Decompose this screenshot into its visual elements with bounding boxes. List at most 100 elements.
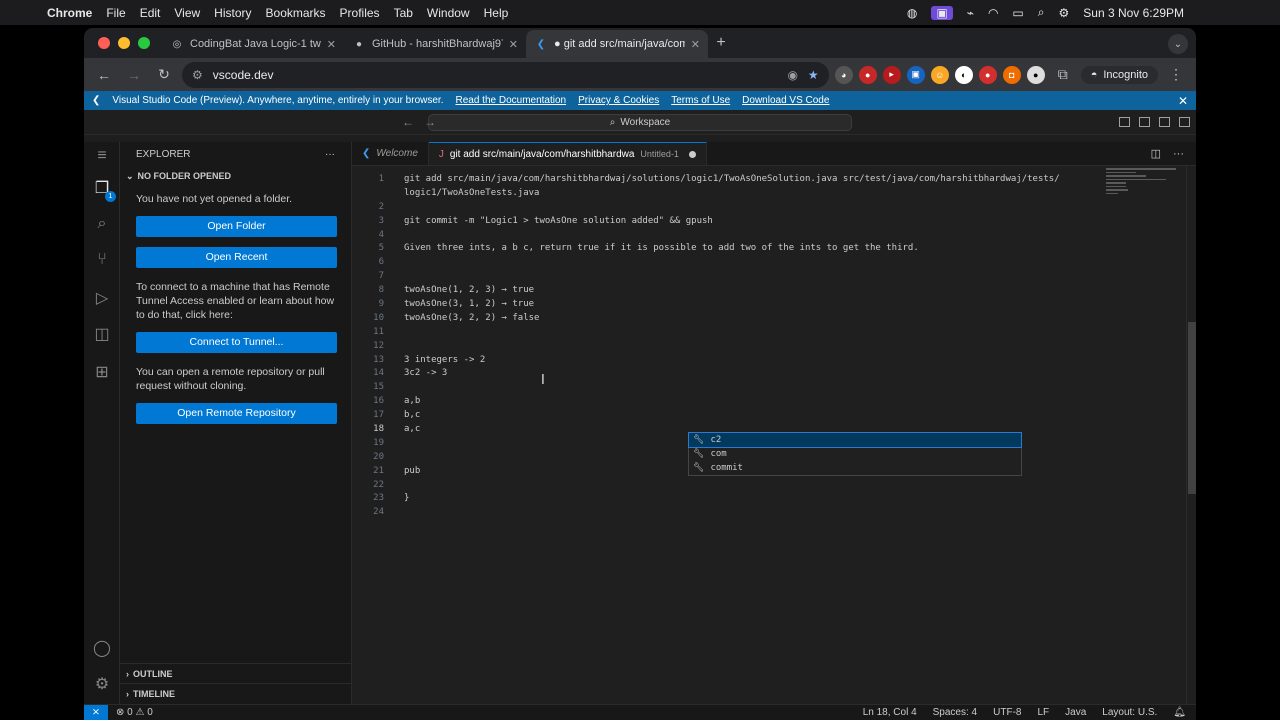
code-line[interactable]: logic1/TwoAsOneTests.java — [352, 186, 1092, 200]
toggle-secondary-sidebar-icon[interactable] — [1159, 117, 1170, 127]
minimize-window-button[interactable] — [118, 37, 130, 49]
read-docs-link[interactable]: Read the Documentation — [455, 95, 566, 106]
battery-icon[interactable]: ▭ — [1012, 6, 1023, 20]
suggestion-item[interactable]: 🔧︎ c2 — [688, 432, 1022, 448]
close-banner-icon[interactable]: ✕ — [1178, 94, 1188, 108]
menu-history[interactable]: History — [207, 6, 258, 20]
code-line[interactable]: 22 — [352, 478, 1092, 492]
zoom-window-button[interactable] — [138, 37, 150, 49]
menu-icon[interactable]: ≡ — [90, 144, 114, 168]
code-line[interactable]: 1 git add src/main/java/com/harshitbhardw… — [352, 172, 1092, 186]
extension-icon-8[interactable]: ◘ — [1002, 65, 1021, 84]
accounts-icon[interactable]: ◯ — [90, 636, 114, 660]
extensions-icon[interactable]: ⊞ — [90, 360, 114, 384]
terms-link[interactable]: Terms of Use — [671, 95, 730, 106]
keyboard-layout[interactable]: Layout: U.S. — [1102, 707, 1157, 718]
open-remote-repo-button[interactable]: Open Remote Repository — [136, 403, 337, 424]
address-bar[interactable]: ⚙ vscode.dev ◉ ★ — [182, 61, 829, 88]
browser-tab-vscode[interactable]: ❮ ● git add src/main/java/com/h ✕ — [526, 30, 708, 58]
extension-icon-6[interactable]: ◐ — [954, 65, 973, 84]
command-center[interactable]: ⌕ Workspace — [428, 113, 852, 131]
source-control-icon[interactable]: ⑂ — [90, 248, 114, 272]
timeline-section[interactable]: › TIMELINE — [120, 684, 351, 704]
code-line[interactable]: 24 — [352, 505, 1092, 519]
code-line[interactable]: 8 twoAsOne(1, 2, 3) → true — [352, 283, 1092, 297]
problems-indicator[interactable]: ⊗ 0 ⚠ 0 — [116, 707, 153, 718]
more-actions-icon[interactable]: ··· — [325, 149, 335, 160]
code-line[interactable]: 3 git commit -m "Logic1 > twoAsOne soluti… — [352, 214, 1092, 228]
customize-layout-icon[interactable] — [1179, 117, 1190, 127]
search-view-icon[interactable]: ⌕ — [90, 212, 114, 236]
code-line[interactable]: 17 b,c — [352, 408, 1092, 422]
download-vscode-link[interactable]: Download VS Code — [742, 95, 829, 106]
code-line[interactable]: 12 — [352, 339, 1092, 353]
editor-scrollbar[interactable] — [1186, 166, 1196, 704]
menu-profiles[interactable]: Profiles — [333, 6, 387, 20]
minimap[interactable] — [1106, 168, 1184, 208]
code-line[interactable]: 13 3 integers -> 2 — [352, 353, 1092, 367]
extension-icon-2[interactable]: ● — [858, 65, 877, 84]
back-icon[interactable]: ← — [92, 63, 116, 87]
run-debug-icon[interactable]: ▷ — [90, 286, 114, 310]
forward-icon[interactable]: → — [122, 63, 146, 87]
code-line[interactable]: 11 — [352, 325, 1092, 339]
go-back-icon[interactable]: ← — [402, 115, 414, 129]
language-mode[interactable]: Java — [1065, 707, 1086, 718]
extensions-puzzle-icon[interactable]: ⧉ — [1051, 63, 1075, 87]
site-info-icon[interactable]: ⚙ — [192, 68, 203, 82]
code-line[interactable]: 5 Given three ints, a b c, return true if… — [352, 241, 1092, 255]
close-tab-icon[interactable]: ✕ — [509, 38, 518, 51]
browser-tab-codingbat[interactable]: ◎ CodingBat Java Logic-1 twoA ✕ — [162, 30, 344, 58]
extension-icon-5[interactable]: ☺ — [930, 65, 949, 84]
open-folder-button[interactable]: Open Folder — [136, 216, 337, 237]
menu-app[interactable]: Chrome — [40, 6, 99, 20]
code-line[interactable]: 6 — [352, 255, 1092, 269]
menu-help[interactable]: Help — [477, 6, 516, 20]
tab-untitled-1[interactable]: J git add src/main/java/com/harshitbhard… — [428, 142, 707, 165]
code-line[interactable]: 4 — [352, 228, 1092, 242]
suggestion-item[interactable]: 🔧︎ commit — [689, 461, 1021, 475]
suggestion-item[interactable]: 🔧︎ com — [689, 447, 1021, 461]
remote-indicator-icon[interactable]: ⨯ — [84, 704, 108, 720]
explorer-icon[interactable]: ❐ 1 — [90, 176, 116, 202]
privacy-link[interactable]: Privacy & Cookies — [578, 95, 659, 106]
close-tab-icon[interactable]: ✕ — [327, 38, 336, 51]
indentation[interactable]: Spaces: 4 — [933, 707, 977, 718]
extension-icon-4[interactable]: ▣ — [906, 65, 925, 84]
code-line[interactable]: 15 — [352, 380, 1092, 394]
remote-explorer-icon[interactable]: ◫ — [90, 322, 114, 346]
control-center-icon[interactable]: ⚙ — [1059, 6, 1070, 20]
tab-welcome[interactable]: ❮ Welcome — [352, 142, 429, 165]
tab-search-icon[interactable]: ⌄ — [1168, 34, 1188, 54]
menu-file[interactable]: File — [99, 6, 132, 20]
encoding[interactable]: UTF-8 — [993, 707, 1021, 718]
outline-section[interactable]: › OUTLINE — [120, 664, 351, 684]
unsaved-dot-icon[interactable] — [688, 150, 696, 158]
code-line[interactable]: 7 — [352, 269, 1092, 283]
spotlight-icon[interactable]: ⌕ — [1038, 5, 1045, 20]
code-line[interactable]: 2 — [352, 200, 1092, 214]
extension-icon-3[interactable]: ▸ — [882, 65, 901, 84]
close-tab-icon[interactable]: ✕ — [691, 38, 700, 51]
code-line[interactable]: 14 3c2 -> 3 — [352, 366, 1092, 380]
wifi-icon[interactable]: ◠ — [988, 6, 998, 20]
code-line[interactable]: 9 twoAsOne(3, 1, 2) → true — [352, 297, 1092, 311]
clock[interactable]: Sun 3 Nov 6:29PM — [1083, 6, 1184, 20]
new-tab-button[interactable]: + — [708, 34, 734, 58]
menu-window[interactable]: Window — [420, 6, 477, 20]
extension-icon-1[interactable]: ◕ — [834, 65, 853, 84]
screen-share-icon[interactable]: ◍ — [907, 6, 917, 20]
editor-more-actions-icon[interactable]: ··· — [1173, 148, 1184, 160]
bluetooth-off-icon[interactable]: ⌁ — [967, 6, 974, 20]
manage-gear-icon[interactable]: ⚙ — [90, 672, 114, 696]
screen-record-icon[interactable]: ▣ — [931, 5, 953, 20]
incognito-indicator[interactable]: ◓ Incognito — [1080, 65, 1158, 84]
menu-edit[interactable]: Edit — [133, 6, 168, 20]
go-forward-icon[interactable]: → — [424, 115, 436, 129]
split-editor-icon[interactable]: ◫ — [1151, 147, 1161, 160]
toggle-panel-icon[interactable] — [1139, 117, 1150, 127]
close-window-button[interactable] — [98, 37, 110, 49]
code-line[interactable]: 10 twoAsOne(3, 2, 2) → false — [352, 311, 1092, 325]
url-text[interactable]: vscode.dev — [213, 68, 274, 82]
end-of-line[interactable]: LF — [1037, 707, 1049, 718]
